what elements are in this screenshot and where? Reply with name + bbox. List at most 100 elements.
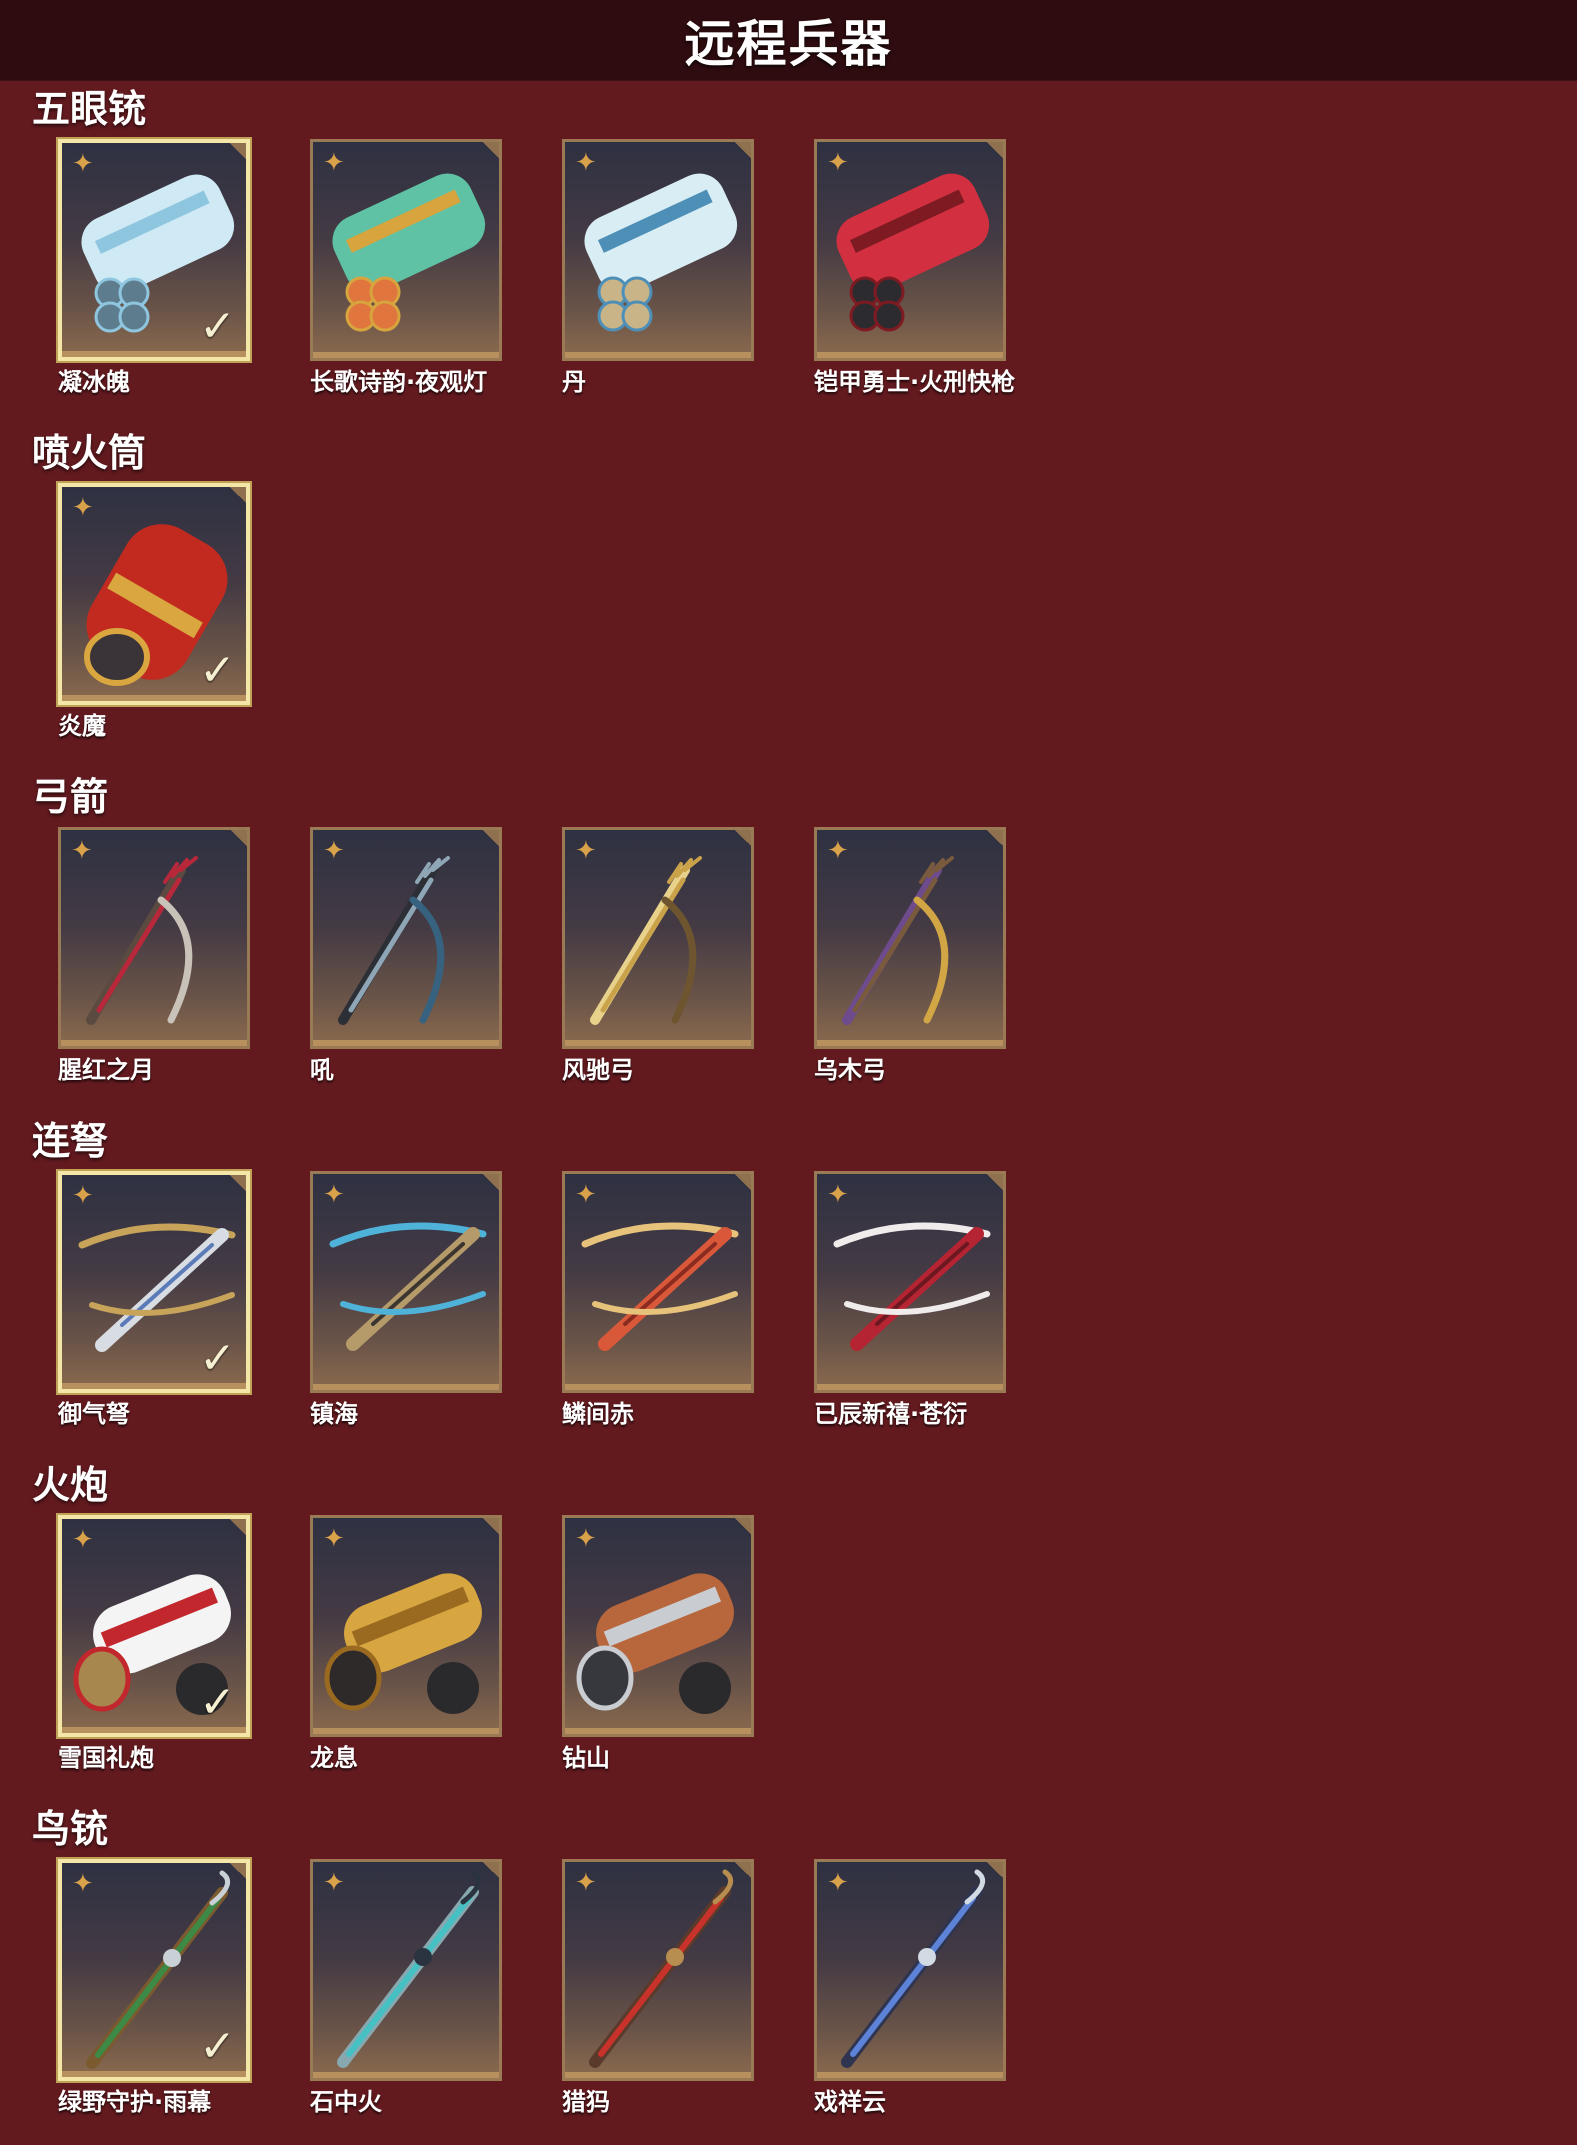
weapon-name: 钻山	[562, 1744, 610, 1772]
weapon-card[interactable]: ✦ ✓	[58, 1859, 250, 2081]
weapon-card[interactable]: ✦	[562, 1859, 754, 2081]
corner-tag-icon	[230, 1863, 246, 1879]
corner-tag-icon	[483, 830, 499, 846]
weapon-name: 猎犸	[562, 2088, 610, 2116]
weapon-card[interactable]: ✦ ✓	[58, 483, 250, 705]
weapon-item[interactable]: ✦ ✓ 凝冰魄	[58, 139, 254, 397]
weapon-item[interactable]: ✦ 吼	[310, 827, 506, 1085]
rarity-star-icon: ✦	[575, 1180, 597, 1210]
weapon-item[interactable]: ✦ 乌木弓	[814, 827, 1010, 1085]
weapon-name: 雪国礼炮	[58, 1744, 154, 1772]
corner-tag-icon	[735, 830, 751, 846]
weapon-category: 五眼铳 ✦ ✓ 凝冰魄 ✦ 长歌诗韵·夜观灯 ✦ 丹 ✦ 铠甲勇士·火刑快枪	[0, 81, 1577, 425]
corner-tag-icon	[987, 1174, 1003, 1190]
weapon-card[interactable]: ✦	[814, 1859, 1006, 2081]
rarity-star-icon: ✦	[72, 493, 94, 523]
weapon-name: 炎魔	[58, 712, 106, 740]
weapon-item[interactable]: ✦ ✓ 绿野守护·雨幕	[58, 1859, 254, 2117]
weapon-item[interactable]: ✦ 已辰新禧·苍衍	[814, 1171, 1010, 1429]
weapon-name: 戏祥云	[814, 2088, 886, 2116]
weapon-name: 铠甲勇士·火刑快枪	[814, 368, 1016, 396]
weapon-item[interactable]: ✦ ✓ 御气弩	[58, 1171, 254, 1429]
weapon-item[interactable]: ✦ 腥红之月	[58, 827, 254, 1085]
weapon-category: 鸟铳 ✦ ✓ 绿野守护·雨幕 ✦ 石中火 ✦ 猎犸 ✦ 戏祥云	[0, 1801, 1577, 2145]
weapon-card[interactable]: ✦	[310, 1515, 502, 1737]
corner-tag-icon	[230, 1175, 246, 1191]
category-title: 连弩	[32, 1119, 109, 1163]
rarity-star-icon: ✦	[827, 148, 849, 178]
rarity-star-icon: ✦	[575, 836, 597, 866]
weapon-name: 丹	[562, 368, 586, 396]
weapon-name: 石中火	[310, 2088, 382, 2116]
equipped-check-icon: ✓	[199, 1677, 236, 1728]
corner-tag-icon	[735, 1518, 751, 1534]
equipped-check-icon: ✓	[199, 645, 236, 696]
category-title: 弓箭	[32, 775, 109, 819]
weapon-item[interactable]: ✦ 长歌诗韵·夜观灯	[310, 139, 506, 397]
category-title: 鸟铳	[32, 1807, 109, 1851]
corner-tag-icon	[230, 1519, 246, 1535]
weapon-card[interactable]: ✦	[562, 827, 754, 1049]
weapon-card[interactable]: ✦	[310, 1171, 502, 1393]
weapon-item[interactable]: ✦ 猎犸	[562, 1859, 758, 2117]
weapon-name: 已辰新禧·苍衍	[814, 1400, 968, 1428]
weapon-name: 乌木弓	[814, 1056, 886, 1084]
rarity-star-icon: ✦	[575, 148, 597, 178]
equipped-check-icon: ✓	[199, 1333, 236, 1384]
weapon-category: 连弩 ✦ ✓ 御气弩 ✦ 镇海 ✦ 鳞间赤 ✦ 已辰新禧·苍衍	[0, 1113, 1577, 1457]
weapon-item[interactable]: ✦ 铠甲勇士·火刑快枪	[814, 139, 1016, 397]
weapon-name: 吼	[310, 1056, 334, 1084]
corner-tag-icon	[735, 1174, 751, 1190]
corner-tag-icon	[483, 142, 499, 158]
weapon-card[interactable]: ✦	[814, 139, 1006, 361]
weapon-card[interactable]: ✦	[562, 139, 754, 361]
corner-tag-icon	[987, 142, 1003, 158]
weapon-card[interactable]: ✦	[310, 827, 502, 1049]
weapon-category: 喷火筒 ✦ ✓ 炎魔	[0, 425, 1577, 769]
weapon-card[interactable]: ✦	[562, 1515, 754, 1737]
weapon-item[interactable]: ✦ 龙息	[310, 1515, 506, 1773]
corner-tag-icon	[230, 487, 246, 503]
weapon-card[interactable]: ✦ ✓	[58, 139, 250, 361]
weapon-card[interactable]: ✦ ✓	[58, 1171, 250, 1393]
rarity-star-icon: ✦	[575, 1524, 597, 1554]
page-header: 远程兵器	[0, 0, 1577, 81]
rarity-star-icon: ✦	[323, 148, 345, 178]
corner-tag-icon	[483, 1174, 499, 1190]
corner-tag-icon	[987, 1862, 1003, 1878]
weapon-name: 腥红之月	[58, 1056, 154, 1084]
weapon-name: 镇海	[310, 1400, 358, 1428]
rarity-star-icon: ✦	[72, 149, 94, 179]
weapon-name: 长歌诗韵·夜观灯	[310, 368, 488, 396]
weapon-item[interactable]: ✦ 镇海	[310, 1171, 506, 1429]
weapon-card[interactable]: ✦	[814, 1171, 1006, 1393]
weapon-item[interactable]: ✦ 鳞间赤	[562, 1171, 758, 1429]
weapon-card[interactable]: ✦	[310, 139, 502, 361]
weapon-name: 鳞间赤	[562, 1400, 634, 1428]
weapon-card[interactable]: ✦	[310, 1859, 502, 2081]
corner-tag-icon	[987, 830, 1003, 846]
equipped-check-icon: ✓	[199, 301, 236, 352]
rarity-star-icon: ✦	[827, 1180, 849, 1210]
weapon-item[interactable]: ✦ ✓ 雪国礼炮	[58, 1515, 254, 1773]
rarity-star-icon: ✦	[72, 1181, 94, 1211]
category-title: 喷火筒	[32, 431, 147, 475]
weapon-item[interactable]: ✦ 风驰弓	[562, 827, 758, 1085]
weapon-card[interactable]: ✦	[562, 1171, 754, 1393]
weapon-item[interactable]: ✦ 钻山	[562, 1515, 758, 1773]
rarity-star-icon: ✦	[827, 836, 849, 866]
rarity-star-icon: ✦	[72, 1869, 94, 1899]
corner-tag-icon	[483, 1862, 499, 1878]
weapon-item[interactable]: ✦ ✓ 炎魔	[58, 483, 254, 741]
rarity-star-icon: ✦	[71, 836, 93, 866]
weapon-item[interactable]: ✦ 石中火	[310, 1859, 506, 2117]
weapon-item[interactable]: ✦ 丹	[562, 139, 758, 397]
weapon-card[interactable]: ✦	[58, 827, 250, 1049]
weapon-card[interactable]: ✦	[814, 827, 1006, 1049]
weapon-category: 弓箭 ✦ 腥红之月 ✦ 吼 ✦ 风驰弓 ✦ 乌木弓	[0, 769, 1577, 1113]
rarity-star-icon: ✦	[827, 1868, 849, 1898]
corner-tag-icon	[230, 143, 246, 159]
weapon-name: 绿野守护·雨幕	[58, 2088, 212, 2116]
weapon-item[interactable]: ✦ 戏祥云	[814, 1859, 1010, 2117]
weapon-card[interactable]: ✦ ✓	[58, 1515, 250, 1737]
